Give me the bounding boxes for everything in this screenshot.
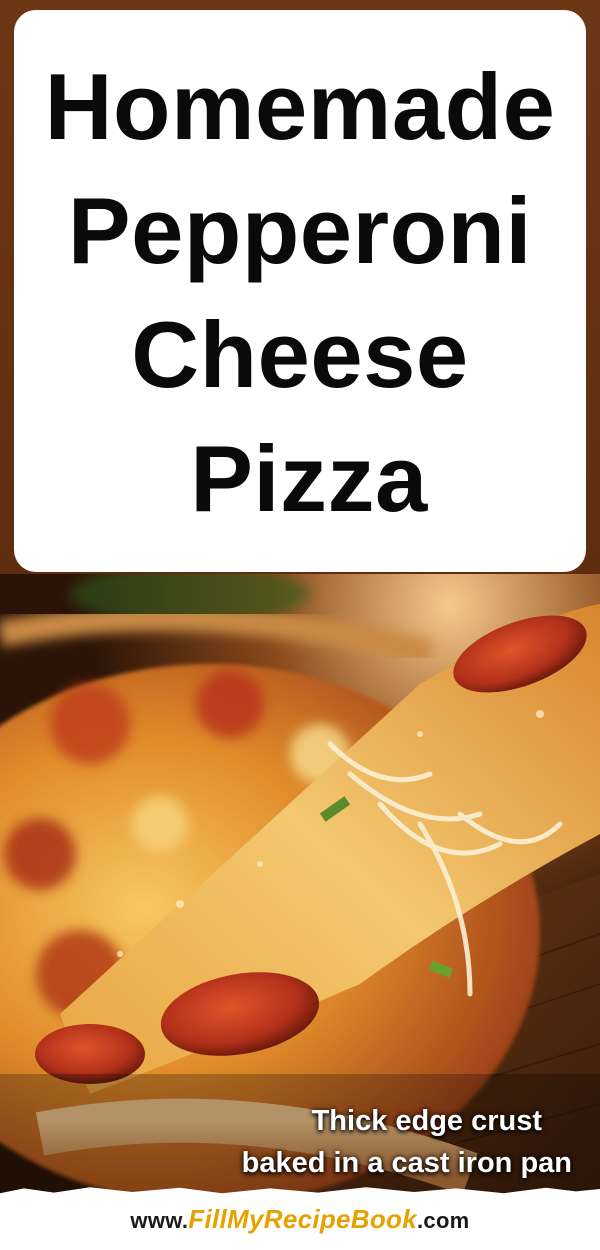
website-suffix: .com [417, 1208, 470, 1233]
caption-line-2: baked in a cast iron pan [241, 1147, 572, 1179]
title-line-1: Homemade [44, 54, 556, 159]
title-line-3: Cheese [131, 302, 469, 407]
footer-band: www.FillMyRecipeBook.com [0, 1194, 600, 1250]
website-brand: FillMyRecipeBook [188, 1204, 417, 1234]
website-link[interactable]: www.FillMyRecipeBook.com [0, 1204, 600, 1235]
title-line-2: Pepperoni [67, 178, 533, 283]
photo-caption: Thick edge crust baked in a cast iron pa… [242, 1100, 572, 1184]
title-line-4: Pizza [190, 426, 428, 531]
caption-line-1: Thick edge crust [311, 1105, 543, 1137]
title-card: Homemade Pepperoni Cheese Pizza [14, 10, 586, 572]
website-prefix: www. [130, 1208, 189, 1233]
